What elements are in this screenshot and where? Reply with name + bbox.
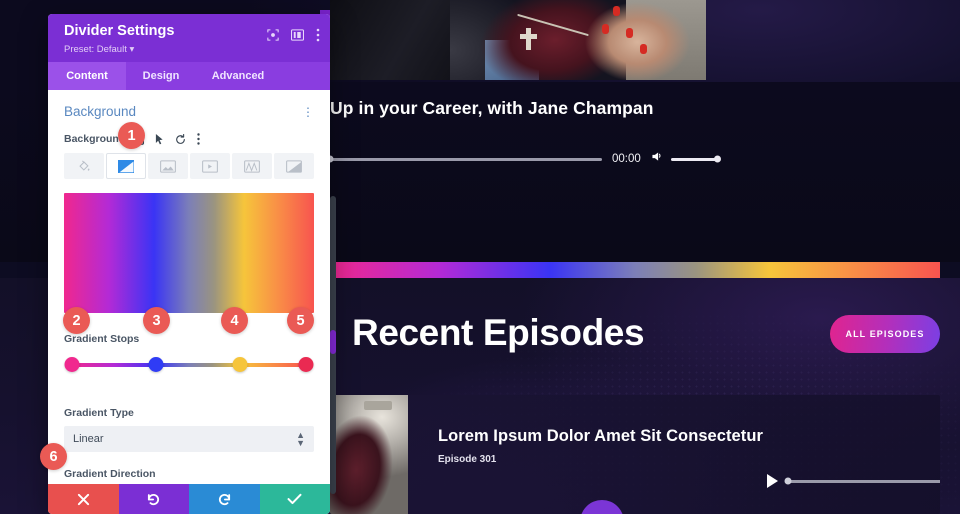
gradient-type-select[interactable]: Linear ▲ ▼ (64, 426, 314, 452)
annotation-marker-2: 2 (63, 307, 90, 334)
episode-progress-knob[interactable] (784, 477, 792, 485)
gradient-stop-1[interactable] (64, 357, 80, 372)
annotation-marker-3: 3 (143, 307, 170, 334)
focus-icon[interactable] (267, 29, 279, 41)
gradient-stops-control[interactable] (64, 357, 314, 373)
modal-header: Divider Settings Preset: Default ▾ (48, 14, 330, 62)
modal-tabs: Content Design Advanced (48, 62, 330, 90)
modal-header-icons (267, 28, 320, 42)
section-kebab-icon[interactable]: ⋮ (302, 105, 314, 119)
cancel-button[interactable] (48, 484, 119, 514)
background-type-gradient[interactable] (106, 153, 146, 179)
gradient-preview[interactable] (64, 193, 314, 313)
background-type-mask[interactable] (274, 153, 314, 179)
episode-title: Lorem Ipsum Dolor Amet Sit Consectetur (438, 427, 763, 445)
modal-footer (48, 484, 330, 514)
preset-selector[interactable]: Preset: Default ▾ (64, 44, 316, 55)
chevron-updown-icon: ▲ ▼ (296, 429, 305, 448)
hero-progress-track[interactable] (326, 155, 602, 163)
redo-button[interactable] (189, 484, 260, 514)
screenshot-root: Up in your Career, with Jane Champan 00:… (0, 0, 960, 514)
gradient-type-value: Linear (73, 433, 104, 445)
annotation-marker-4: 4 (221, 307, 248, 334)
hero-audio-player[interactable]: 00:00 (326, 150, 719, 168)
tab-content[interactable]: Content (48, 62, 126, 90)
episode-audio-player[interactable]: 00:00 (767, 472, 940, 490)
gradient-type-label: Gradient Type (64, 407, 134, 419)
gradient-stop-4[interactable] (298, 357, 314, 372)
undo-button[interactable] (118, 484, 189, 514)
tab-design[interactable]: Design (126, 62, 196, 90)
kebab-menu-icon[interactable] (197, 133, 200, 145)
kebab-menu-icon[interactable] (316, 28, 320, 42)
divider-module-preview[interactable] (330, 262, 940, 278)
divider-settings-modal: Divider Settings Preset: Default ▾ Conte… (48, 14, 330, 514)
background-type-image[interactable] (148, 153, 188, 179)
background-type-color-fill[interactable] (64, 153, 104, 179)
hero-volume-slider[interactable] (670, 157, 719, 161)
volume-icon[interactable] (650, 150, 663, 168)
gradient-stops-bar[interactable] (72, 363, 306, 367)
recent-episodes-title: Recent Episodes (352, 312, 645, 353)
episode-card[interactable]: Lorem Ipsum Dolor Amet Sit Consectetur E… (330, 395, 940, 514)
gradient-stop-2[interactable] (148, 357, 164, 372)
annotation-marker-1: 1 (118, 122, 145, 149)
reset-icon[interactable] (175, 133, 186, 145)
gradient-stops-label: Gradient Stops (64, 333, 140, 345)
background-type-pattern[interactable] (232, 153, 272, 179)
annotation-marker-5: 5 (287, 307, 314, 334)
annotation-marker-6: 6 (40, 443, 67, 470)
episode-thumbnail (330, 395, 408, 514)
modal-body: Background ⋮ Background Gradient Stops G… (48, 90, 330, 484)
responsive-icon-group (136, 133, 200, 145)
background-type-video[interactable] (190, 153, 230, 179)
save-button[interactable] (259, 484, 330, 514)
builder-scroll-thumb[interactable] (330, 330, 336, 354)
background-field-label: Background (64, 133, 126, 145)
gradient-direction-label: Gradient Direction (64, 468, 156, 480)
background-type-tabs (64, 153, 314, 179)
all-episodes-button[interactable]: ALL EPISODES (830, 315, 940, 353)
tab-advanced[interactable]: Advanced (196, 62, 280, 90)
hero-photo (330, 0, 706, 80)
episode-number: Episode 301 (438, 454, 497, 465)
play-icon[interactable] (767, 474, 778, 488)
episode-progress-track[interactable] (784, 477, 940, 485)
gradient-stop-3[interactable] (232, 357, 248, 372)
hero-title: Up in your Career, with Jane Champan (330, 98, 654, 118)
background-section-header: Background ⋮ (64, 104, 314, 119)
hero-time-label: 00:00 (612, 153, 641, 165)
cursor-icon[interactable] (155, 133, 164, 145)
background-field-row: Background (64, 133, 314, 145)
layout-columns-icon[interactable] (291, 29, 304, 41)
section-title: Background (64, 104, 137, 119)
